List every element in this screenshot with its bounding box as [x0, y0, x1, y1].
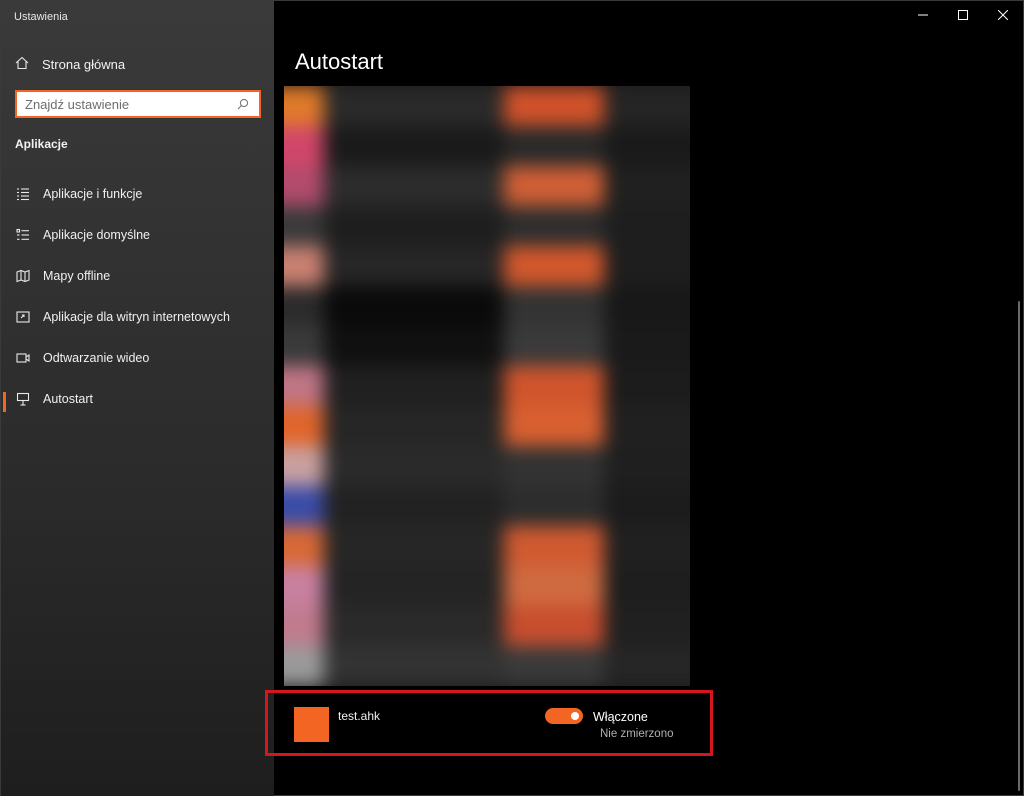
minimize-icon	[918, 7, 928, 25]
default-apps-icon	[15, 227, 31, 243]
home-icon	[15, 56, 29, 73]
sidebar-item-label: Aplikacje i funkcje	[43, 186, 143, 201]
startup-icon	[15, 391, 31, 407]
search-icon[interactable]	[233, 94, 253, 114]
maximize-icon	[958, 7, 968, 25]
nav-list: Aplikacje i funkcje Aplikacje domyślne M…	[1, 173, 274, 419]
minimize-button[interactable]	[903, 1, 943, 31]
apps-features-icon	[15, 186, 31, 202]
offline-maps-icon	[15, 268, 31, 284]
scrollbar[interactable]	[1018, 301, 1020, 791]
sidebar-item-video-playback[interactable]: Odtwarzanie wideo	[1, 337, 274, 378]
window-controls	[903, 1, 1023, 31]
search-box[interactable]	[15, 90, 261, 118]
home-label: Strona główna	[42, 57, 126, 72]
close-button[interactable]	[983, 1, 1023, 31]
sidebar-item-label: Aplikacje dla witryn internetowych	[43, 309, 230, 324]
sidebar-item-label: Mapy offline	[43, 268, 111, 283]
section-heading: Aplikacje	[15, 137, 68, 151]
sidebar-item-startup[interactable]: Autostart	[1, 378, 274, 419]
sidebar-item-label: Autostart	[43, 391, 94, 406]
video-playback-icon	[15, 350, 31, 366]
sidebar-item-apps-for-websites[interactable]: Aplikacje dla witryn internetowych	[1, 296, 274, 337]
settings-window: Ustawienia Strona główna Aplikacje Aplik…	[0, 0, 1024, 796]
home-link[interactable]: Strona główna	[15, 56, 125, 73]
maximize-button[interactable]	[943, 1, 983, 31]
blurred-content	[284, 86, 690, 686]
apps-for-websites-icon	[15, 309, 31, 325]
page-title: Autostart	[295, 49, 384, 74]
blurred-app-list	[284, 86, 690, 686]
sidebar-item-default-apps[interactable]: Aplikacje domyślne	[1, 214, 274, 255]
sidebar-item-label: Aplikacje domyślne	[43, 227, 150, 242]
sidebar: Ustawienia Strona główna Aplikacje Aplik…	[1, 1, 274, 796]
sidebar-item-label: Odtwarzanie wideo	[43, 350, 150, 365]
sidebar-item-apps-features[interactable]: Aplikacje i funkcje	[1, 173, 274, 214]
search-input[interactable]	[17, 96, 233, 112]
close-icon	[997, 7, 1009, 25]
sidebar-item-offline-maps[interactable]: Mapy offline	[1, 255, 274, 296]
highlight-box	[265, 690, 713, 756]
window-title: Ustawienia	[14, 11, 68, 23]
